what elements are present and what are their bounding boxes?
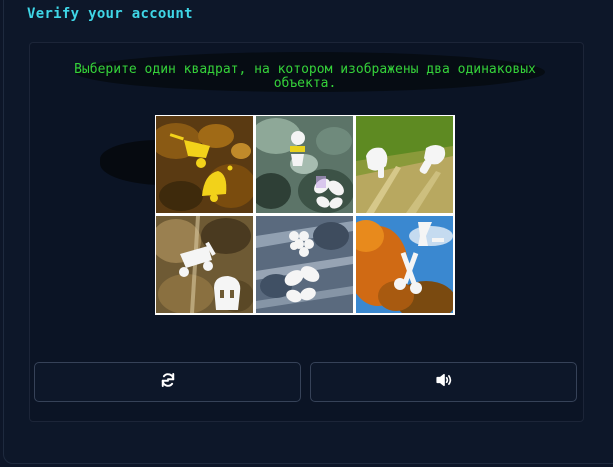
- page-title: Verify your account: [27, 6, 193, 22]
- captcha-tile-5[interactable]: [256, 216, 353, 313]
- speaker-icon: [435, 371, 453, 393]
- refresh-button[interactable]: [34, 362, 301, 402]
- captcha-tile-6[interactable]: [356, 216, 453, 313]
- pawn-icon: [290, 131, 305, 166]
- mask-icon: [214, 276, 241, 310]
- captcha-tile-1[interactable]: [156, 116, 253, 213]
- captcha-tile-3[interactable]: [356, 116, 453, 213]
- captcha-tile-4[interactable]: [156, 216, 253, 313]
- refresh-icon: [159, 371, 177, 393]
- captcha-tile-2[interactable]: [256, 116, 353, 213]
- audio-challenge-button[interactable]: [310, 362, 577, 402]
- image-grid: [155, 115, 455, 315]
- challenge-instruction: Выберите один квадрат, на котором изобра…: [74, 62, 536, 91]
